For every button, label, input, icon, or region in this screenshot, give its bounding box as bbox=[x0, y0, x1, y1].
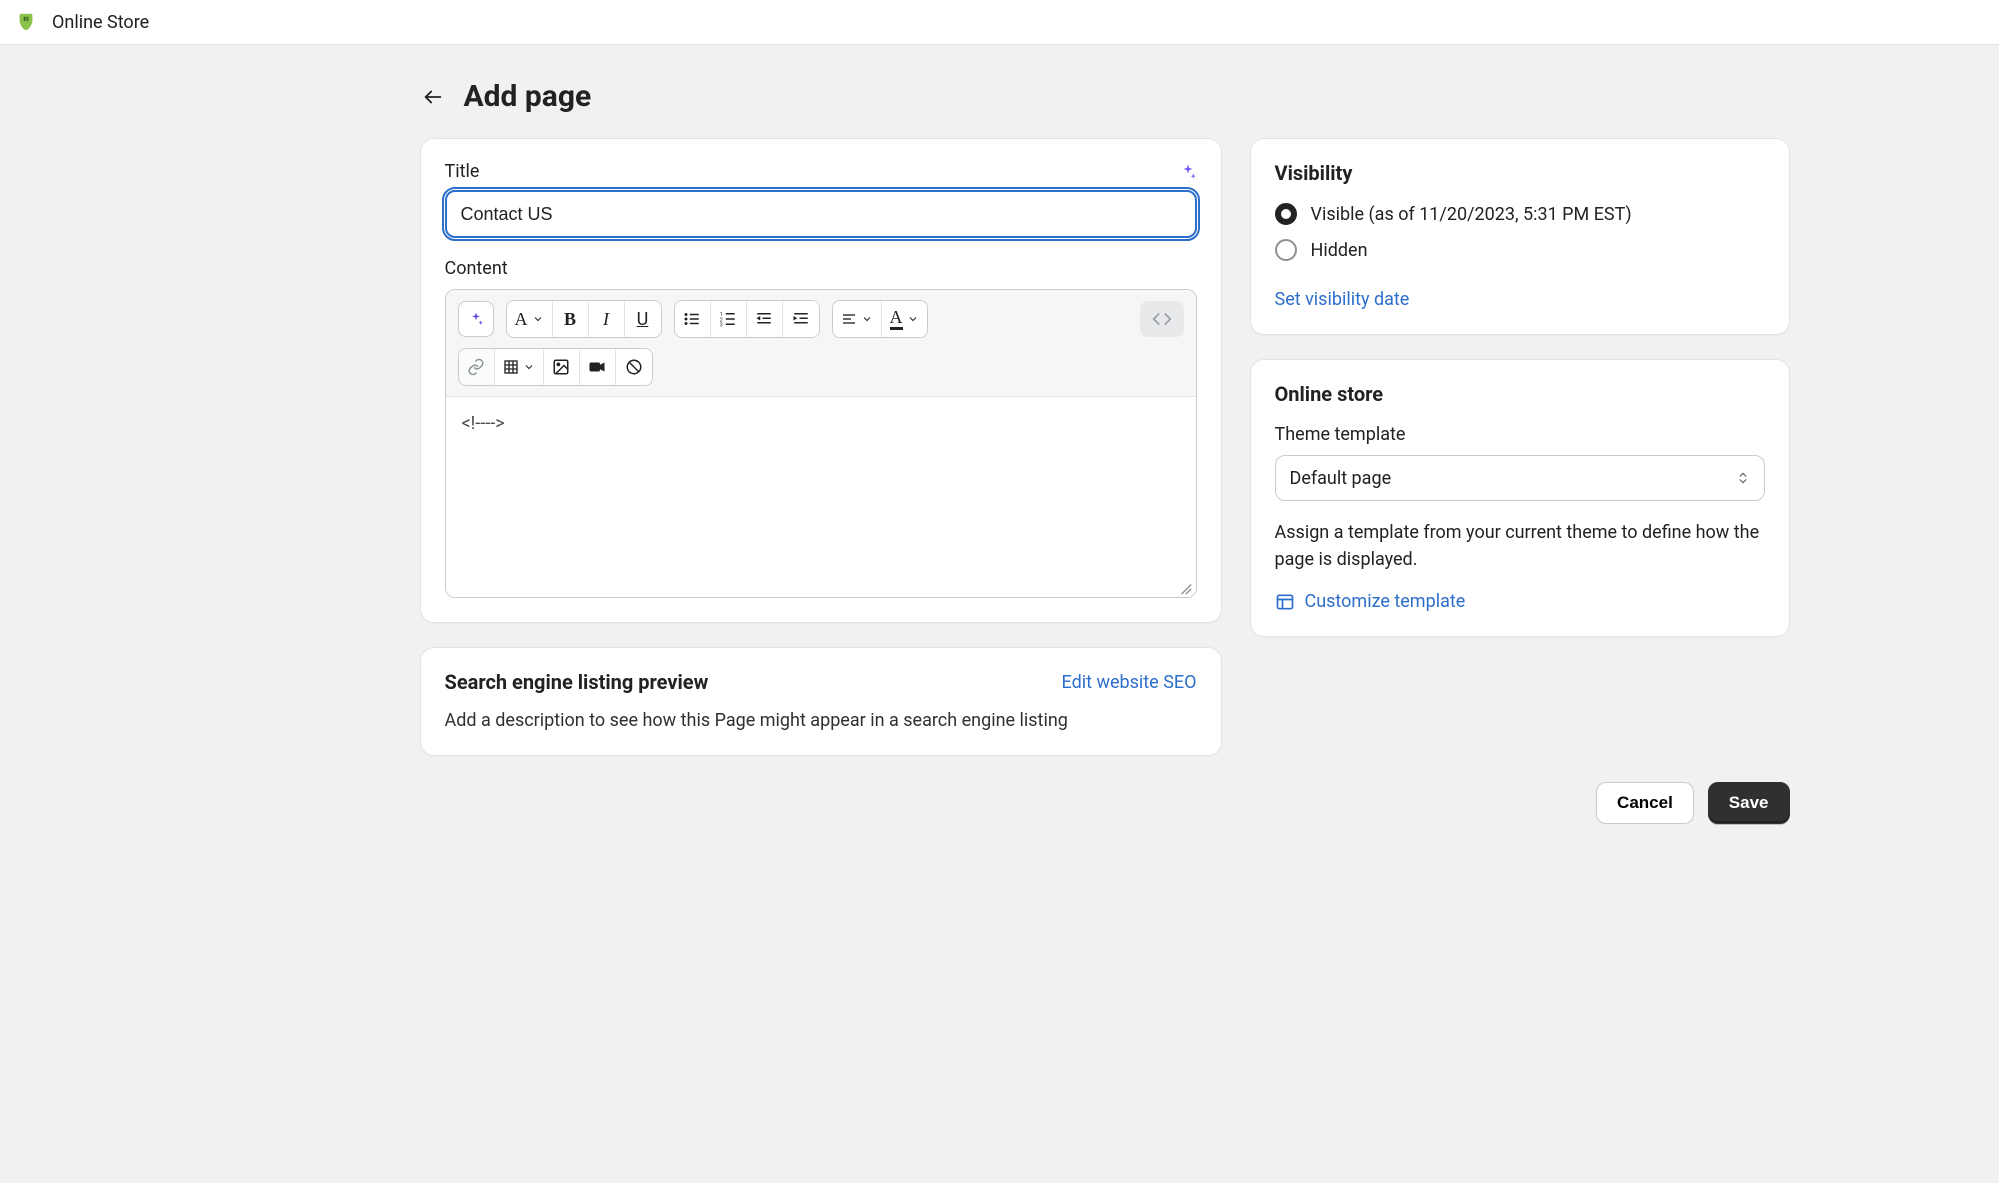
clear-format-button[interactable] bbox=[616, 349, 652, 385]
app-logo-icon bbox=[14, 10, 38, 34]
indent-button[interactable] bbox=[783, 301, 819, 337]
editor-body[interactable]: <!----> bbox=[446, 397, 1196, 597]
theme-template-description: Assign a template from your current them… bbox=[1275, 519, 1765, 573]
visibility-option-hidden[interactable]: Hidden bbox=[1275, 239, 1765, 261]
visibility-visible-label: Visible (as of 11/20/2023, 5:31 PM EST) bbox=[1311, 204, 1632, 225]
html-code-toggle[interactable] bbox=[1140, 301, 1184, 337]
list-indent-group: 123 bbox=[674, 300, 820, 338]
set-visibility-date-link[interactable]: Set visibility date bbox=[1275, 289, 1410, 310]
content-label: Content bbox=[445, 258, 1197, 279]
page-title: Add page bbox=[464, 79, 592, 114]
page-content-card: Title Content A bbox=[420, 138, 1222, 623]
edit-seo-link[interactable]: Edit website SEO bbox=[1062, 672, 1197, 693]
video-button[interactable] bbox=[580, 349, 616, 385]
align-dropdown[interactable] bbox=[833, 301, 882, 337]
bold-button[interactable]: B bbox=[553, 301, 589, 337]
insert-group bbox=[458, 348, 653, 386]
save-button[interactable]: Save bbox=[1708, 782, 1790, 824]
underline-button[interactable]: U bbox=[625, 301, 661, 337]
chevron-down-icon bbox=[861, 313, 873, 325]
chevron-down-icon bbox=[523, 361, 535, 373]
topbar: Online Store bbox=[0, 0, 1999, 45]
editor-content-text: <!----> bbox=[462, 413, 505, 434]
seo-card: Search engine listing preview Edit websi… bbox=[420, 647, 1222, 756]
online-store-heading: Online store bbox=[1275, 382, 1765, 406]
resize-handle-icon[interactable] bbox=[1178, 581, 1192, 595]
ai-assist-button[interactable] bbox=[458, 301, 494, 337]
align-color-group: A bbox=[832, 300, 928, 338]
ai-suggest-title-icon[interactable] bbox=[1179, 163, 1197, 181]
chevron-down-icon bbox=[532, 313, 544, 325]
numbered-list-button[interactable]: 123 bbox=[711, 301, 747, 337]
visibility-card: Visibility Visible (as of 11/20/2023, 5:… bbox=[1250, 138, 1790, 335]
page-header: Add page bbox=[420, 79, 1790, 114]
seo-heading: Search engine listing preview bbox=[445, 670, 709, 694]
select-chevron-icon bbox=[1736, 469, 1750, 487]
theme-template-select[interactable]: Default page bbox=[1275, 455, 1765, 501]
italic-button[interactable]: I bbox=[589, 301, 625, 337]
visibility-option-visible[interactable]: Visible (as of 11/20/2023, 5:31 PM EST) bbox=[1275, 203, 1765, 225]
customize-template-label: Customize template bbox=[1305, 591, 1466, 612]
title-input[interactable] bbox=[445, 190, 1197, 238]
visibility-hidden-label: Hidden bbox=[1311, 240, 1368, 261]
font-style-group: A B I U bbox=[506, 300, 662, 338]
chevron-down-icon bbox=[907, 313, 919, 325]
radio-unselected-icon bbox=[1275, 239, 1297, 261]
editor-toolbar: A B I U bbox=[446, 290, 1196, 397]
cancel-button[interactable]: Cancel bbox=[1596, 782, 1694, 824]
theme-template-value: Default page bbox=[1290, 468, 1392, 489]
bullet-list-button[interactable] bbox=[675, 301, 711, 337]
theme-icon bbox=[1275, 592, 1295, 612]
theme-template-label: Theme template bbox=[1275, 424, 1765, 445]
back-button[interactable] bbox=[420, 84, 446, 110]
heading-dropdown[interactable]: A bbox=[507, 301, 553, 337]
rich-text-editor: A B I U bbox=[445, 289, 1197, 598]
svg-text:3: 3 bbox=[720, 323, 723, 329]
visibility-heading: Visibility bbox=[1275, 161, 1765, 185]
text-color-dropdown[interactable]: A bbox=[882, 301, 927, 337]
seo-description: Add a description to see how this Page m… bbox=[445, 710, 1197, 731]
footer-actions: Cancel Save bbox=[420, 782, 1790, 824]
outdent-button[interactable] bbox=[747, 301, 783, 337]
topbar-title: Online Store bbox=[52, 12, 149, 33]
link-button[interactable] bbox=[459, 349, 495, 385]
customize-template-link[interactable]: Customize template bbox=[1275, 591, 1765, 612]
online-store-card: Online store Theme template Default page… bbox=[1250, 359, 1790, 637]
image-button[interactable] bbox=[544, 349, 580, 385]
title-label: Title bbox=[445, 161, 480, 182]
table-dropdown[interactable] bbox=[495, 349, 544, 385]
radio-selected-icon bbox=[1275, 203, 1297, 225]
